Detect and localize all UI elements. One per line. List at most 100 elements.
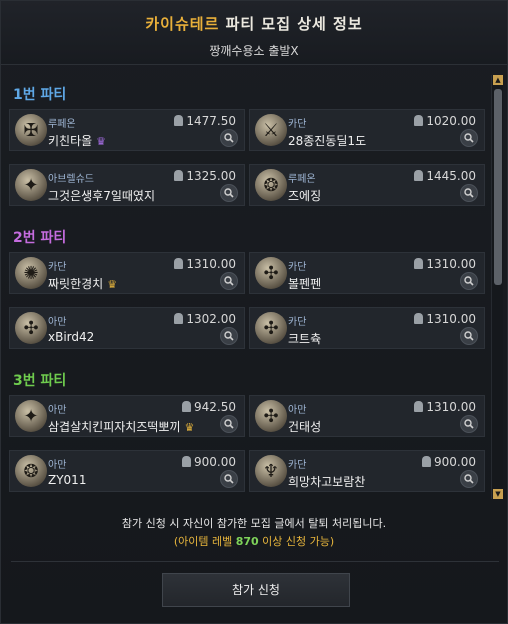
inspect-button[interactable] — [220, 129, 238, 147]
inspect-button[interactable] — [460, 470, 478, 488]
inspect-button[interactable] — [460, 415, 478, 433]
party-list[interactable]: 1번 파티 ✠ 루페온 키친타올 ♛ 1477.50 ⚔ 카단 28종진동딜1도 1020.00 ✦… — [1, 67, 508, 499]
magnifier-icon — [464, 133, 474, 143]
helmet-icon — [174, 313, 184, 324]
member-name: 28종진동딜1도 — [288, 134, 367, 148]
helmet-icon — [414, 170, 424, 181]
item-level-value: 900.00 — [434, 455, 476, 469]
withdraw-notice: 참가 신청 시 자신이 참가한 모집 글에서 탈퇴 처리됩니다. — [121, 517, 387, 530]
party-3-header: 3번 파티 — [13, 373, 67, 389]
item-level: 1445.00 — [414, 169, 476, 183]
item-level-value: 942.50 — [194, 400, 236, 414]
magnifier-icon — [224, 474, 234, 484]
member-name-row: 즈에징 — [288, 187, 321, 204]
inspect-button[interactable] — [220, 272, 238, 290]
member-server: 카단 — [288, 119, 307, 130]
member-card[interactable]: ✣ 아만 xBird42 1302.00 — [9, 307, 245, 349]
member-name: xBird42 — [48, 330, 95, 344]
member-card[interactable]: ♆ 카단 희망차고보람찬 900.00 — [249, 450, 485, 492]
item-level: 1310.00 — [414, 257, 476, 271]
inspect-button[interactable] — [220, 415, 238, 433]
item-level-value: 1445.00 — [426, 169, 476, 183]
member-name-row: 건태성 — [288, 418, 321, 435]
member-card[interactable]: ✦ 아만 삼겹살치킨피자치즈떡뽀끼 ♛ 942.50 — [9, 395, 245, 437]
helmet-icon — [414, 401, 424, 412]
member-name-row: 삼겹살치킨피자치즈떡뽀끼 ♛ — [48, 418, 194, 435]
apply-button[interactable]: 참가 신청 — [162, 573, 350, 607]
item-level-value: 1310.00 — [426, 312, 476, 326]
item-level: 900.00 — [182, 455, 236, 469]
sorceress-icon: ✦ — [15, 400, 47, 432]
member-card[interactable]: ✦ 아브렐슈드 그것은생후7일때였지 1325.00 — [9, 164, 245, 206]
member-server: 카단 — [48, 262, 67, 273]
inspect-button[interactable] — [220, 327, 238, 345]
artist-icon: ❂ — [15, 455, 47, 487]
title-server: 카이슈테르 — [145, 15, 220, 33]
slayer-icon: ⚔ — [255, 114, 287, 146]
party-1-header: 1번 파티 — [13, 87, 67, 103]
member-server: 루페온 — [48, 119, 76, 130]
inspect-button[interactable] — [220, 184, 238, 202]
member-name-row: ZY011 — [48, 473, 86, 487]
helmet-icon — [182, 456, 191, 467]
item-level: 1302.00 — [174, 312, 236, 326]
member-name-row: xBird42 — [48, 330, 94, 344]
member-name: 삼겹살치킨피자치즈떡뽀끼 — [48, 420, 181, 434]
sorceress-icon: ✦ — [15, 169, 47, 201]
item-level-value: 1302.00 — [186, 312, 236, 326]
member-name: 즈에징 — [288, 189, 322, 203]
magnifier-icon — [464, 331, 474, 341]
member-server: 루페온 — [288, 174, 316, 185]
helmet-icon — [174, 170, 184, 181]
magnifier-icon — [464, 276, 474, 286]
member-card[interactable]: ✣ 카단 볼펜펜 1310.00 — [249, 252, 485, 294]
helmet-icon — [174, 115, 184, 126]
magnifier-icon — [224, 276, 234, 286]
item-level-value: 1310.00 — [426, 400, 476, 414]
member-name-row: 희망차고보람찬 — [288, 473, 365, 490]
member-name: 키친타올 — [48, 134, 93, 148]
member-server: 아만 — [48, 460, 67, 471]
member-name-row: 28종진동딜1도 — [288, 132, 366, 149]
member-card[interactable]: ✣ 카단 크트츅 1310.00 — [249, 307, 485, 349]
item-level: 1310.00 — [174, 257, 236, 271]
member-server: 카단 — [288, 317, 307, 328]
scroll-down-icon[interactable]: ▼ — [493, 489, 503, 499]
item-level-value: 1477.50 — [186, 114, 236, 128]
magnifier-icon — [224, 133, 234, 143]
item-level: 1477.50 — [174, 114, 236, 128]
title-text: 파티 모집 상세 정보 — [219, 15, 363, 33]
magnifier-icon — [224, 188, 234, 198]
member-card[interactable]: ✺ 카단 짜릿한경치 ♛ 1310.00 — [9, 252, 245, 294]
member-card[interactable]: ❂ 루페온즈에징 1445.00 — [249, 164, 485, 206]
magnifier-icon — [464, 419, 474, 429]
member-card[interactable]: ✠ 루페온 키친타올 ♛ 1477.50 — [9, 109, 245, 151]
helmet-icon — [182, 401, 191, 412]
artist-icon: ❂ — [255, 169, 287, 201]
inspect-button[interactable] — [460, 327, 478, 345]
gunslinger-icon: ✣ — [255, 400, 287, 432]
member-name-row: 키친타올 ♛ — [48, 132, 106, 149]
inspect-button[interactable] — [460, 184, 478, 202]
member-name: 그것은생후7일때였지 — [48, 189, 155, 203]
item-level: 1020.00 — [414, 114, 476, 128]
inspect-button[interactable] — [220, 470, 238, 488]
member-card[interactable]: ✣ 아만건태성 1310.00 — [249, 395, 485, 437]
recruit-subtitle: 짱깨수용소 출발X — [209, 44, 299, 58]
req-close: 이상 신청 가능) — [258, 535, 335, 548]
helmet-icon — [174, 258, 184, 269]
leader-crown-icon: ♛ — [96, 135, 107, 148]
scroll-up-icon[interactable]: ▲ — [493, 75, 503, 85]
magnifier-icon — [464, 188, 474, 198]
member-name: ZY011 — [48, 473, 87, 487]
member-name: 희망차고보람찬 — [288, 475, 366, 489]
inspect-button[interactable] — [460, 272, 478, 290]
window-header: 카이슈테르 파티 모집 상세 정보 짱깨수용소 출발X — [1, 1, 507, 65]
inspect-button[interactable] — [460, 129, 478, 147]
member-card[interactable]: ❂ 아만 ZY011 900.00 — [9, 450, 245, 492]
scrollbar[interactable]: ▲ ▼ — [491, 75, 503, 499]
member-server: 아만 — [288, 405, 307, 416]
scrollbar-thumb[interactable] — [494, 89, 502, 285]
member-card[interactable]: ⚔ 카단 28종진동딜1도 1020.00 — [249, 109, 485, 151]
helmet-icon — [414, 313, 424, 324]
